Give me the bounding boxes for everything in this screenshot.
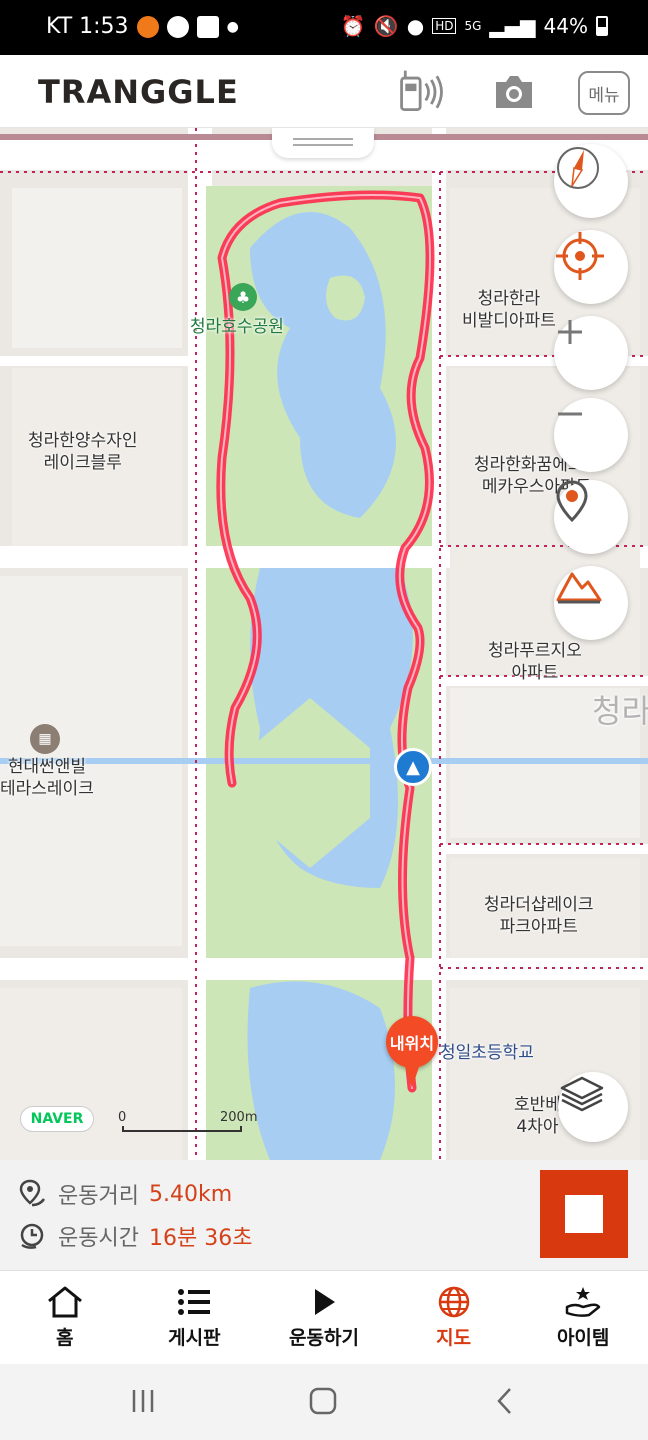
map-label-apt-hyundai: 현대썬앤빌 테라스레이크 [0,757,94,799]
zoom-in-button[interactable] [554,316,628,390]
distance-value: 5.40km [148,1181,233,1207]
nav-home-label: 홈 [56,1327,74,1349]
map-label-apt-the-sharp: 청라더샵레이크 파크아파트 [484,895,594,937]
carrier-time: KT 1:53 [46,14,129,39]
nav-exercise-label: 운동하기 [289,1327,359,1349]
map-label-school: 청일초등학교 [440,1043,534,1063]
app-logo: TRANGGLE [38,73,239,111]
scale-bar [122,1126,242,1132]
minus-icon [558,412,582,416]
time-row: 운동시간 16분 36초 [18,1220,252,1252]
bottom-nav: 홈 게시판 운동하기 지도 아이템 [0,1270,648,1364]
terrain-button[interactable] [554,566,628,640]
battery-icon [596,16,608,36]
location-pin-button[interactable] [554,480,628,554]
terrain-icon [556,572,602,604]
walkie-talkie-button[interactable] [396,67,448,117]
battery-text: 44% [543,14,588,38]
map-label-hoban: 호반베 4차아 [514,1095,561,1137]
camera-button[interactable] [488,67,540,117]
globe-icon [438,1286,469,1318]
app-notification-icon [136,15,159,38]
nav-board[interactable]: 게시판 [130,1271,260,1364]
map-label-apt-hanra: 청라한라 비발디아파트 [462,289,556,331]
map-label-park: 청라호수공원 [190,317,284,337]
hd-icon: HD [432,18,457,34]
camera-icon [496,76,532,108]
time-value: 16분 36초 [148,1226,253,1251]
map-label-area: 청라 [592,692,648,730]
menu-button[interactable]: 메뉴 [578,71,630,115]
walkie-talkie-icon [400,70,443,112]
layers-icon [560,1076,604,1112]
location-pin-icon [556,480,588,523]
map-view[interactable]: 청라호수공원 청라한라 비발디아파트 청라한양수자인 레이크블루 청라한화꿈에그… [0,128,648,1160]
system-nav-bar [0,1364,648,1440]
distance-label: 운동거리 [58,1184,139,1209]
image-notification-icon [196,15,219,38]
nav-item-shop[interactable]: 아이템 [518,1271,648,1364]
app-header: TRANGGLE 메뉴 [0,55,648,128]
status-right: ⏰ 🔇 ● HD 5G ▂▄▆ 44% [341,14,608,38]
scale-end: 200m [220,1110,258,1125]
home-icon [47,1286,82,1318]
park-icon: ♣ [229,283,257,311]
home-square-icon [309,1387,337,1415]
stats-panel: 운동거리 5.40km 운동시간 16분 36초 [0,1160,648,1270]
status-bar: KT 1:53 ● ⏰ 🔇 ● HD 5G ▂▄▆ 44% [0,0,648,55]
signal-icon: ▂▄▆ [489,14,536,38]
nav-exercise[interactable]: 운동하기 [259,1271,389,1364]
time-label: 운동시간 [58,1226,139,1251]
alarm-icon: ⏰ [340,14,366,38]
play-icon [314,1289,335,1315]
status-left: KT 1:53 ● [46,14,239,39]
building-icon: ▦ [30,724,60,754]
target-button[interactable] [554,230,628,304]
zoom-out-button[interactable] [554,398,628,472]
home-system-button[interactable] [308,1386,338,1420]
compass-button[interactable] [554,144,628,218]
nav-map[interactable]: 지도 [389,1271,519,1364]
network-icon: 5G [464,19,482,33]
back-button[interactable] [492,1386,518,1420]
route-pin-icon [19,1179,46,1207]
nav-board-label: 게시판 [168,1327,221,1349]
item-hand-icon [565,1287,601,1317]
nav-home[interactable]: 홈 [0,1271,130,1364]
clock-icon [20,1223,44,1249]
map-pull-handle[interactable] [272,128,374,158]
my-location-marker[interactable]: 내위치 [386,1016,438,1068]
dot-icon: ● [226,18,239,35]
distance-row: 운동거리 5.40km [18,1178,232,1210]
location-icon: ● [406,14,425,38]
back-chevron-icon [497,1388,511,1414]
target-icon [556,232,604,280]
talk-notification-icon [166,15,189,38]
naver-attribution: NAVER [20,1106,94,1132]
nav-item-label: 아이템 [556,1327,610,1349]
recent-apps-button[interactable] [130,1388,156,1418]
scale-start: 0 [118,1110,127,1125]
recent-apps-icon [132,1390,154,1412]
map-label-apt-prugio: 청라푸르지오 아파트 [488,641,582,683]
list-icon [178,1289,211,1315]
layers-button[interactable] [558,1072,628,1142]
compass-icon [557,147,599,189]
map-label-apt-yangsu: 청라한양수자인 레이크블루 [28,431,138,473]
my-location-pin-tail [404,1064,420,1088]
nav-map-label: 지도 [436,1327,472,1349]
facility-icon[interactable]: ▲ [394,748,432,786]
stop-button[interactable] [540,1170,628,1258]
mute-icon: 🔇 [373,14,399,38]
plus-icon [558,320,582,344]
stop-icon [565,1195,603,1233]
